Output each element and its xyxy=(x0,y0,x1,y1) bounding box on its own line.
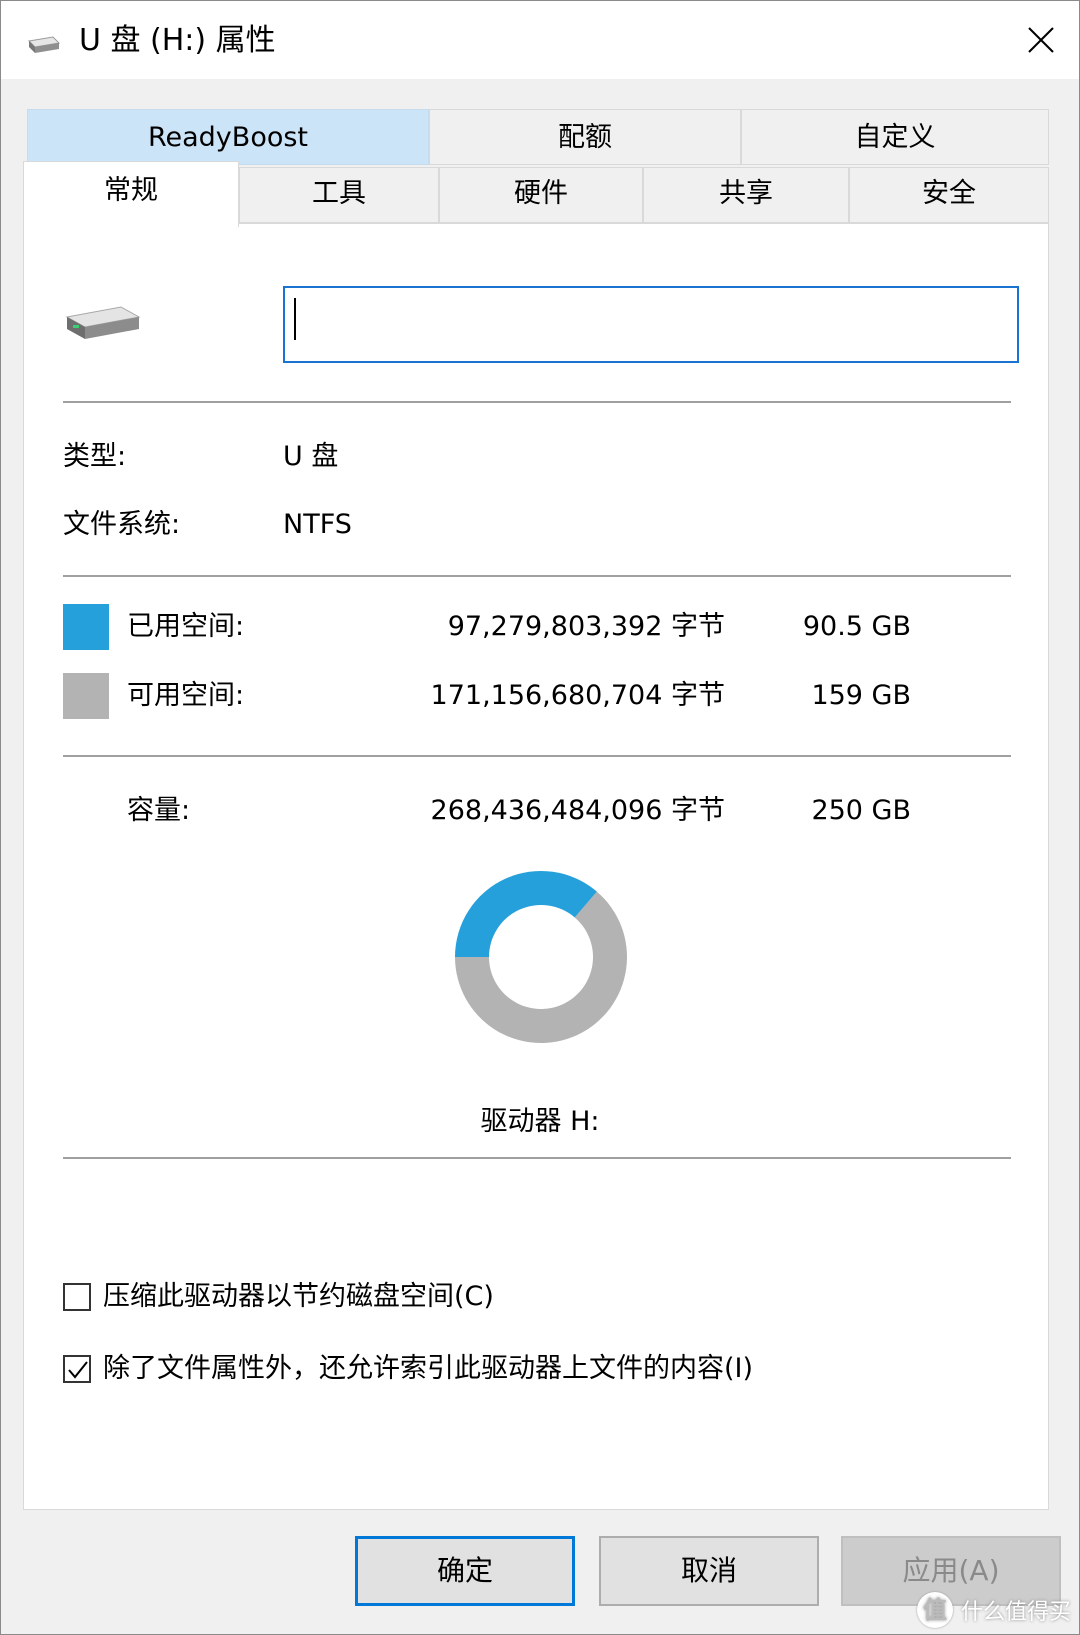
close-icon xyxy=(1028,27,1054,53)
text-caret xyxy=(294,298,296,340)
compress-drive-checkbox[interactable] xyxy=(63,1283,91,1311)
disk-usage-donut xyxy=(455,871,627,1043)
tab-sharing[interactable]: 共享 xyxy=(643,167,849,223)
used-space-size: 90.5 GB xyxy=(802,611,911,642)
index-contents-checkbox[interactable] xyxy=(63,1355,91,1383)
window-title: U 盘 (H:) 属性 xyxy=(79,23,276,58)
divider xyxy=(63,755,1011,757)
watermark: 值 什么值得买 xyxy=(916,1588,1071,1632)
drive-label: 驱动器 H: xyxy=(480,1106,600,1137)
close-button[interactable] xyxy=(1003,1,1079,79)
divider xyxy=(63,1157,1011,1159)
used-space-segment xyxy=(455,871,597,957)
used-space-label: 已用空间: xyxy=(127,611,245,642)
used-space-swatch xyxy=(63,604,109,650)
watermark-badge: 值 xyxy=(916,1592,953,1628)
index-contents-label[interactable]: 除了文件属性外，还允许索引此驱动器上文件的内容(I) xyxy=(103,1351,753,1387)
usb-drive-icon xyxy=(27,36,61,53)
ok-button[interactable]: 确定 xyxy=(355,1536,575,1606)
free-space-label: 可用空间: xyxy=(127,680,245,711)
drive-name-input[interactable] xyxy=(283,286,1019,363)
tab-readyboost[interactable]: ReadyBoost xyxy=(27,109,429,165)
divider xyxy=(63,575,1011,577)
used-space-bytes: 97,279,803,392 字节 xyxy=(447,611,725,642)
title-bar[interactable]: U 盘 (H:) 属性 xyxy=(1,1,1079,79)
free-space-size: 159 GB xyxy=(811,680,911,711)
checkmark-icon xyxy=(68,1361,88,1379)
divider xyxy=(63,401,1011,403)
capacity-bytes: 268,436,484,096 字节 xyxy=(430,795,725,826)
tab-security[interactable]: 安全 xyxy=(849,167,1049,223)
tab-hardware[interactable]: 硬件 xyxy=(439,167,643,223)
tab-general[interactable]: 常规 xyxy=(23,161,239,227)
tab-tools[interactable]: 工具 xyxy=(239,167,439,223)
usb-drive-icon xyxy=(65,306,141,339)
capacity-size: 250 GB xyxy=(811,795,911,826)
compress-drive-label[interactable]: 压缩此驱动器以节约磁盘空间(C) xyxy=(103,1279,494,1315)
general-tab-panel xyxy=(23,223,1049,1510)
type-label: 类型: xyxy=(63,441,127,472)
free-space-bytes: 171,156,680,704 字节 xyxy=(430,680,725,711)
properties-window: U 盘 (H:) 属性 ReadyBoost 配额 自定义 常规 工具 硬件 共… xyxy=(0,0,1080,1635)
file-system-value: NTFS xyxy=(283,509,352,540)
cancel-button[interactable]: 取消 xyxy=(599,1536,819,1606)
type-value: U 盘 xyxy=(283,441,339,472)
file-system-label: 文件系统: xyxy=(63,509,181,540)
tab-customize[interactable]: 自定义 xyxy=(741,109,1049,165)
tab-quota[interactable]: 配额 xyxy=(429,109,741,165)
watermark-text: 什么值得买 xyxy=(960,1600,1071,1625)
free-space-swatch xyxy=(63,673,109,719)
capacity-label: 容量: xyxy=(127,795,191,826)
